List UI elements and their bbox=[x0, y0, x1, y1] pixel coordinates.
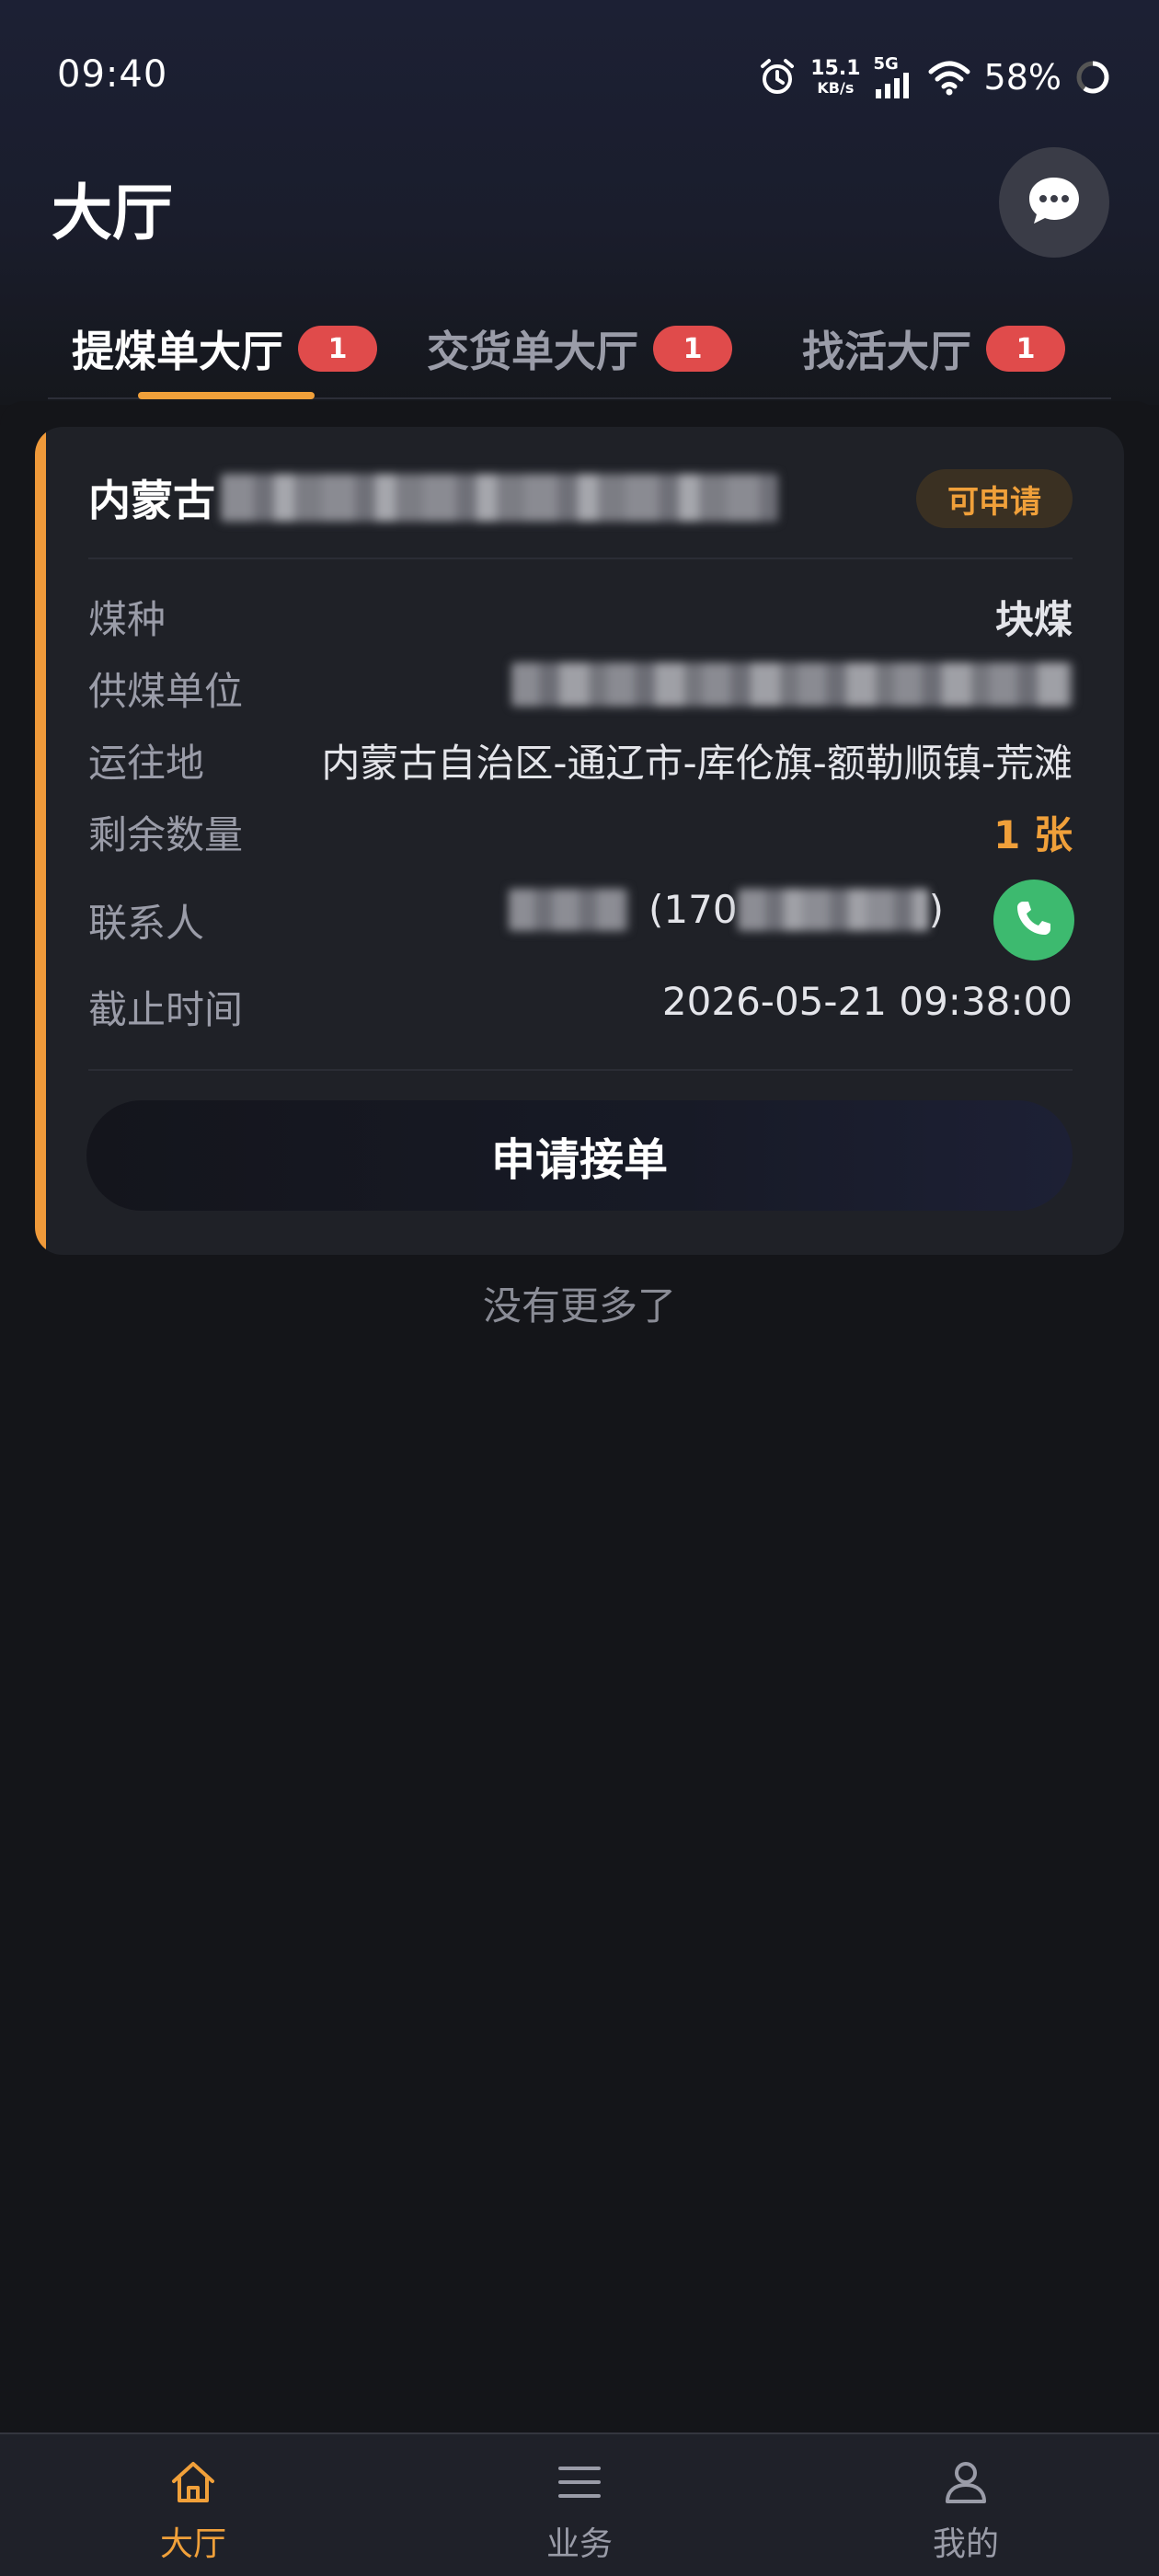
battery-level: 58% bbox=[983, 57, 1061, 98]
nav-hall[interactable]: 大厅 bbox=[101, 2455, 285, 2565]
deadline-value: 2026-05-21 09:38:00 bbox=[661, 979, 1073, 1024]
tab-label: 交货单大厅 bbox=[427, 327, 638, 376]
remaining-value: 1 张 bbox=[993, 812, 1073, 857]
redacted-supplier bbox=[511, 662, 1073, 707]
app-screen: 09:40 15.1 KB/s 5G 58% 大厅 提煤单大厅 1 交货单大厅 … bbox=[0, 0, 1159, 2576]
nav-label: 我的 bbox=[932, 2525, 999, 2563]
redacted-contact-name bbox=[509, 888, 629, 931]
tab-label: 提煤单大厅 bbox=[72, 327, 283, 376]
signal-icon: 5G bbox=[874, 56, 914, 98]
hall-tabs: 提煤单大厅 1 交货单大厅 1 找活大厅 1 bbox=[48, 304, 1111, 399]
alarm-icon bbox=[757, 57, 798, 98]
card-divider bbox=[88, 558, 1073, 559]
list-icon bbox=[552, 2455, 607, 2510]
bottom-navigation: 大厅 业务 我的 bbox=[0, 2432, 1159, 2576]
active-tab-indicator bbox=[138, 392, 315, 399]
card-accent-bar bbox=[35, 427, 46, 1255]
apply-order-button[interactable]: 申请接单 bbox=[86, 1100, 1073, 1211]
destination-label: 运往地 bbox=[88, 741, 205, 786]
wifi-icon bbox=[927, 59, 971, 96]
nav-business[interactable]: 业务 bbox=[488, 2455, 671, 2565]
redacted-phone bbox=[737, 888, 929, 931]
tab-delivery-hall[interactable]: 交货单大厅 1 bbox=[427, 316, 732, 381]
nav-mine[interactable]: 我的 bbox=[874, 2455, 1058, 2565]
chat-bubble-icon bbox=[1026, 174, 1083, 231]
deadline-label: 截止时间 bbox=[88, 987, 244, 1032]
message-button[interactable] bbox=[999, 147, 1109, 258]
card-divider bbox=[88, 1069, 1073, 1071]
remaining-label: 剩余数量 bbox=[88, 812, 244, 857]
tab-count-badge: 1 bbox=[653, 326, 732, 372]
tab-coal-pickup-hall[interactable]: 提煤单大厅 1 bbox=[72, 316, 377, 381]
nav-label: 大厅 bbox=[159, 2525, 226, 2563]
phone-prefix: (170 bbox=[648, 887, 738, 932]
phone-icon bbox=[1014, 898, 1054, 942]
end-of-list-text: 没有更多了 bbox=[482, 1283, 676, 1328]
coal-type-label: 煤种 bbox=[88, 597, 166, 642]
phone-suffix: ) bbox=[928, 887, 944, 932]
user-icon bbox=[938, 2455, 993, 2510]
tab-count-badge: 1 bbox=[298, 326, 377, 372]
nav-label: 业务 bbox=[545, 2525, 613, 2563]
network-speed-value: 15.1 bbox=[810, 57, 861, 80]
page-title: 大厅 bbox=[52, 178, 173, 248]
tab-count-badge: 1 bbox=[986, 326, 1065, 372]
redacted-title bbox=[221, 474, 778, 522]
tab-job-hall[interactable]: 找活大厅 1 bbox=[802, 316, 1065, 381]
network-speed: 15.1 KB/s bbox=[810, 59, 860, 96]
status-bar: 09:40 15.1 KB/s 5G 58% bbox=[0, 0, 1159, 155]
supplier-label: 供煤单位 bbox=[88, 669, 244, 714]
battery-ring-icon bbox=[1074, 59, 1111, 96]
tab-label: 找活大厅 bbox=[802, 327, 971, 376]
contact-value: (170 ) bbox=[509, 887, 944, 932]
home-icon bbox=[166, 2455, 221, 2510]
network-type: 5G bbox=[873, 54, 899, 74]
card-title: 内蒙古 bbox=[88, 467, 778, 528]
call-button[interactable] bbox=[993, 880, 1074, 960]
destination-value: 内蒙古自治区-通辽市-库伦旗-额勒顺镇-荒滩 bbox=[321, 741, 1073, 786]
supplier-value bbox=[511, 662, 1073, 716]
status-time: 09:40 bbox=[57, 53, 168, 96]
network-speed-unit: KB/s bbox=[817, 79, 855, 97]
card-title-text: 内蒙古 bbox=[88, 476, 215, 525]
status-badge: 可申请 bbox=[916, 469, 1073, 528]
coal-type-value: 块煤 bbox=[994, 597, 1073, 642]
status-indicators: 15.1 KB/s 5G 58% bbox=[757, 48, 1111, 107]
contact-label: 联系人 bbox=[88, 901, 205, 946]
